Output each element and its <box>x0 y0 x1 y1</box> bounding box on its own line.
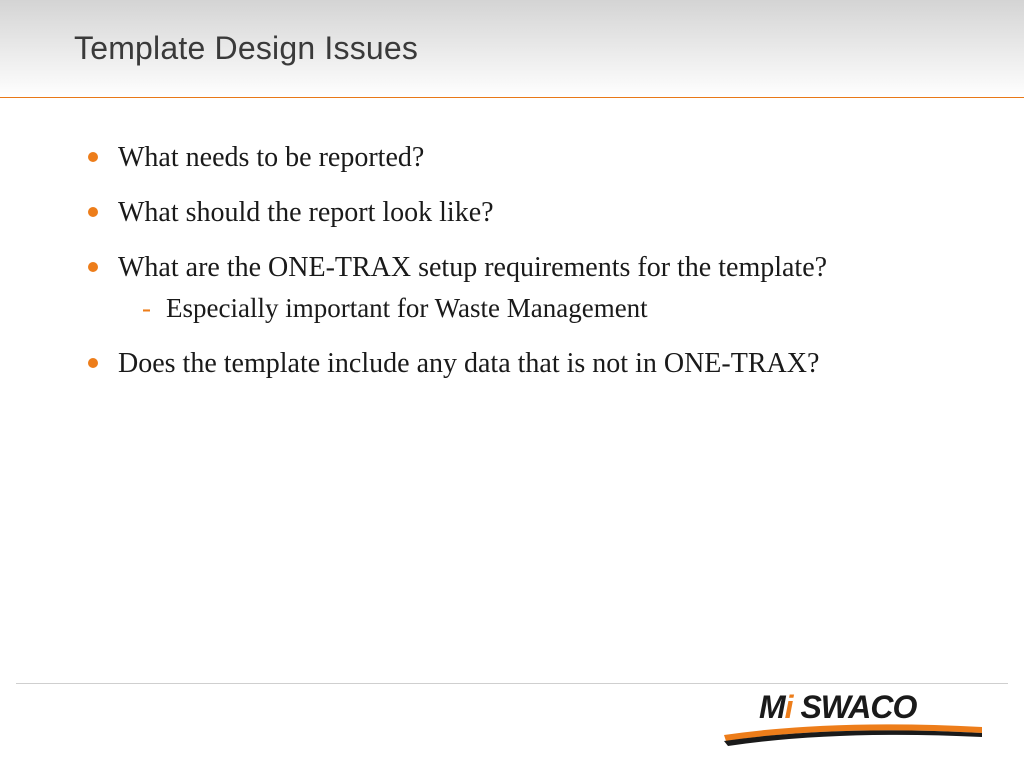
sub-list-item: Especially important for Waste Managemen… <box>118 291 944 326</box>
logo-swoosh-icon <box>724 717 984 747</box>
list-item: What should the report look like? <box>80 195 944 230</box>
mi-swaco-logo: Mi SWACO <box>724 693 984 748</box>
bullet-text: What should the report look like? <box>118 197 494 228</box>
list-item: What needs to be reported? <box>80 140 944 175</box>
slide-title: Template Design Issues <box>74 30 418 67</box>
sub-bullet-text: Especially important for Waste Managemen… <box>166 293 648 323</box>
footer-divider <box>16 683 1008 684</box>
bullet-text: What are the ONE-TRAX setup requirements… <box>118 252 827 283</box>
bullet-list: What needs to be reported? What should t… <box>80 140 944 381</box>
slide-content: What needs to be reported? What should t… <box>80 140 944 401</box>
list-item: What are the ONE-TRAX setup requirements… <box>80 250 944 326</box>
sub-bullet-list: Especially important for Waste Managemen… <box>118 291 944 326</box>
slide: Template Design Issues What needs to be … <box>0 0 1024 768</box>
bullet-text: What needs to be reported? <box>118 142 424 173</box>
slide-header: Template Design Issues <box>0 0 1024 98</box>
bullet-text: Does the template include any data that … <box>118 348 819 379</box>
list-item: Does the template include any data that … <box>80 346 944 381</box>
